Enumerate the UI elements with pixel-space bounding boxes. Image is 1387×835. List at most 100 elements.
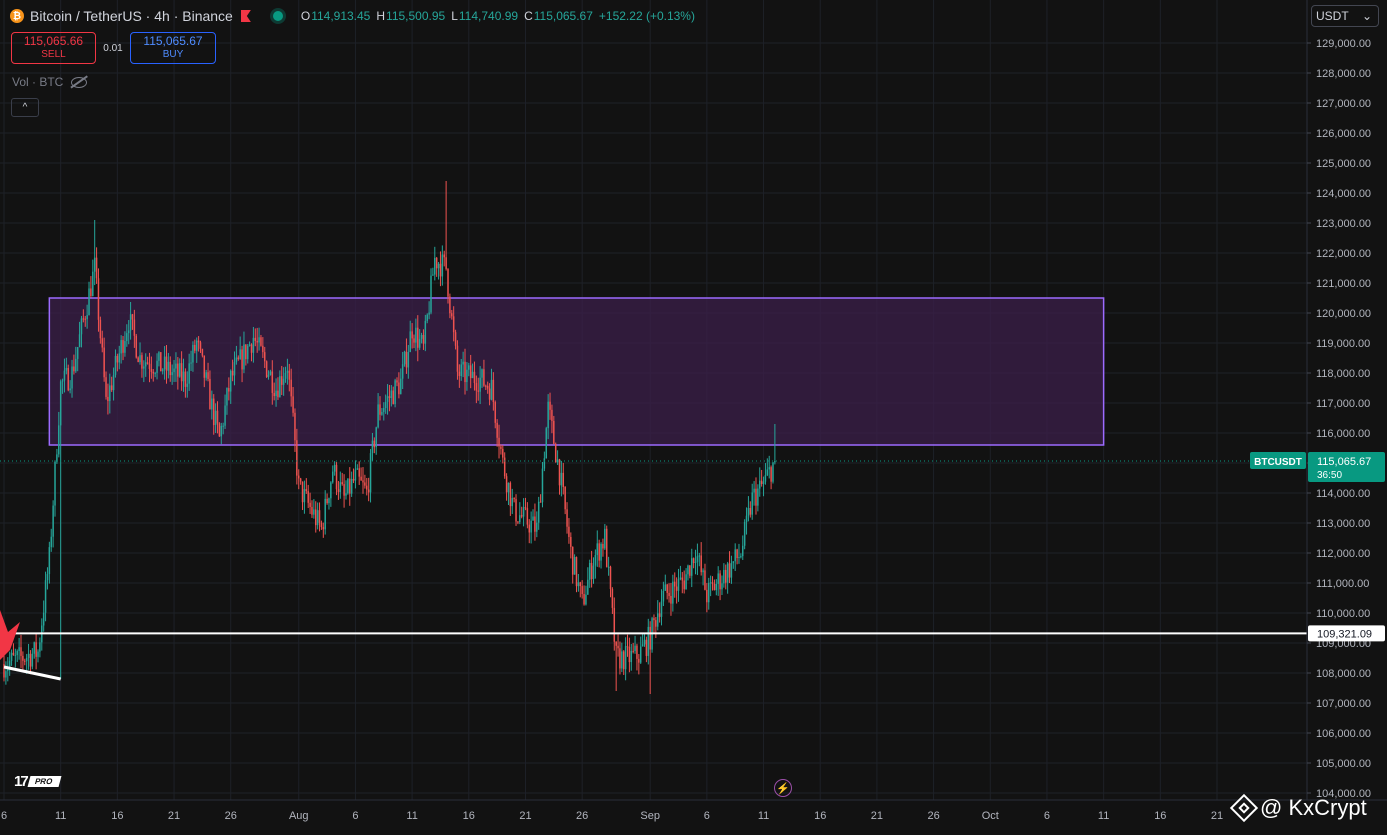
- candle-body: [762, 481, 765, 485]
- time-tick-label: 16: [463, 810, 475, 822]
- candle-body: [152, 371, 155, 374]
- candle-body: [263, 352, 266, 362]
- candle-body: [694, 561, 697, 563]
- candle-body: [545, 428, 548, 459]
- candle-body: [248, 344, 251, 346]
- candle-body: [702, 570, 704, 573]
- time-tick-label: 26: [225, 810, 237, 822]
- candle-body: [33, 642, 35, 654]
- candle-body: [367, 489, 370, 493]
- candle-body: [486, 385, 489, 389]
- candle-body: [451, 313, 453, 317]
- resistance-zone[interactable]: [48, 297, 1105, 446]
- candle-body: [666, 584, 668, 593]
- flag-icon[interactable]: [240, 10, 251, 22]
- candle-body: [655, 620, 657, 627]
- candle-body: [734, 549, 736, 562]
- candle-body: [471, 371, 474, 379]
- candle-body: [743, 521, 746, 546]
- candle-body: [726, 563, 729, 583]
- close-value: 115,065.67: [533, 9, 593, 23]
- candle-body: [275, 390, 277, 397]
- candle-body: [607, 566, 610, 568]
- buy-button[interactable]: 115,065.67 BUY: [130, 32, 216, 64]
- price-tick-label: 114,000.00: [1316, 488, 1370, 500]
- candle-body: [662, 590, 665, 602]
- candle-body: [443, 254, 445, 258]
- candle-body: [146, 362, 149, 364]
- candle-body: [571, 546, 574, 575]
- market-status-icon[interactable]: [272, 11, 283, 21]
- candle-body: [721, 583, 723, 590]
- candle-body: [706, 589, 708, 603]
- candle-body: [560, 472, 563, 486]
- candle-body: [653, 618, 655, 621]
- candle-body: [35, 642, 37, 657]
- tradingview-logo[interactable]: 17 PRO: [14, 773, 62, 790]
- candle-body: [178, 363, 181, 377]
- candle-body: [605, 528, 608, 567]
- candle-body: [759, 480, 761, 489]
- candle-body: [69, 388, 71, 391]
- candle-body: [551, 409, 553, 421]
- candle-body: [290, 379, 292, 397]
- candle-body: [764, 475, 767, 482]
- candle-body: [294, 412, 296, 441]
- candle-body: [332, 471, 334, 483]
- candle-body: [284, 372, 287, 379]
- candle-body: [483, 369, 485, 386]
- price-tick-label: 124,000.00: [1316, 188, 1371, 200]
- candle-body: [590, 562, 593, 580]
- candle-body: [411, 331, 413, 339]
- candle-body: [760, 480, 763, 485]
- candle-body: [84, 318, 86, 320]
- candle-body: [148, 363, 151, 370]
- candle-body: [228, 388, 230, 392]
- candle-body: [44, 580, 47, 613]
- candle-body: [585, 594, 587, 605]
- candle-body: [110, 385, 113, 391]
- time-tick-label: Aug: [289, 810, 309, 822]
- candle-body: [388, 396, 391, 399]
- candle-body: [366, 485, 368, 490]
- candle-body: [180, 363, 183, 382]
- candle-body: [58, 425, 60, 455]
- candle-body: [371, 440, 374, 454]
- sell-button[interactable]: 115,065.66 SELL: [11, 32, 96, 64]
- candle-body: [267, 374, 270, 377]
- candle-body: [407, 352, 410, 368]
- candle-body: [207, 372, 209, 379]
- candle-body: [394, 380, 396, 405]
- candle-body: [377, 404, 379, 428]
- candle-body: [587, 579, 589, 595]
- collapse-legend-button[interactable]: ^: [11, 98, 39, 117]
- candle-body: [63, 370, 66, 381]
- candle-body: [770, 467, 772, 482]
- eye-hidden-icon[interactable]: [71, 76, 88, 88]
- candle-body: [428, 312, 430, 315]
- candle-body: [341, 482, 343, 485]
- candle-body: [392, 390, 394, 405]
- time-tick-label: 6: [1044, 810, 1050, 822]
- candle-body: [604, 528, 606, 549]
- volume-indicator[interactable]: Vol · BTC: [12, 75, 88, 89]
- candle-body: [352, 478, 355, 481]
- candle-body: [530, 520, 532, 533]
- candle-body: [441, 254, 444, 277]
- candle-body: [279, 376, 281, 398]
- candle-body: [277, 390, 279, 398]
- symbol-title[interactable]: Bitcoin / TetherUS · 4h · Binance: [30, 8, 233, 24]
- candle-body: [517, 521, 519, 523]
- candle-body: [496, 422, 498, 438]
- candle-body: [381, 411, 383, 415]
- price-chart[interactable]: 104,000.00105,000.00106,000.00107,000.00…: [0, 0, 1387, 835]
- candle-body: [141, 355, 143, 369]
- lightning-icon[interactable]: ⚡: [774, 779, 792, 797]
- candle-body: [609, 566, 612, 589]
- candle-body: [195, 340, 198, 351]
- time-tick-label: 11: [758, 810, 769, 822]
- currency-select[interactable]: USDT ⌄: [1311, 5, 1379, 27]
- candle-body: [598, 543, 600, 561]
- candle-body: [143, 366, 145, 369]
- candle-body: [192, 344, 194, 363]
